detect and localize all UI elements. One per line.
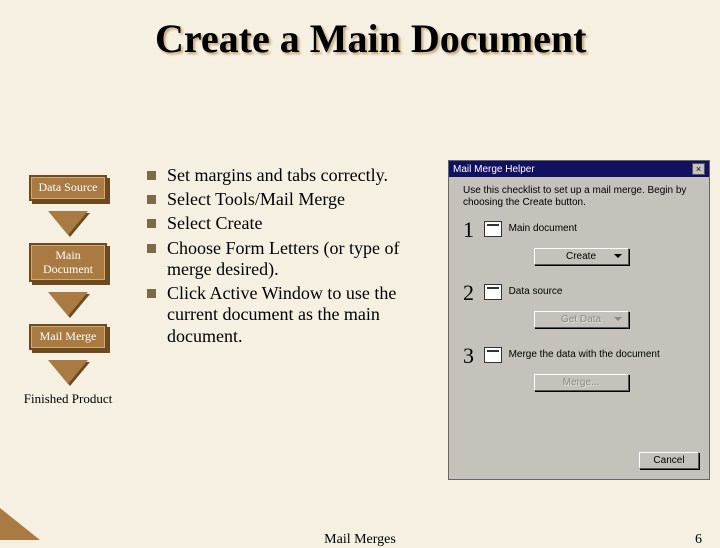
footer-page-number: 6 xyxy=(695,532,702,548)
step-merge: 3 Merge the data with the document Merge… xyxy=(463,343,699,391)
step-number: 3 xyxy=(463,343,481,369)
document-icon xyxy=(484,347,502,363)
bullet-item: Set margins and tabs correctly. xyxy=(145,165,440,186)
flow-box-data-source: Data Source xyxy=(29,175,107,201)
step-number: 2 xyxy=(463,280,481,306)
bullet-item: Select Tools/Mail Merge xyxy=(145,189,440,210)
step-label: Merge the data with the document xyxy=(509,349,660,360)
get-data-button: Get Data xyxy=(534,311,629,328)
caret-down-icon xyxy=(614,254,622,258)
step-main-document: 1 Main document Create xyxy=(463,217,699,265)
bullet-list: Set margins and tabs correctly. Select T… xyxy=(145,165,440,350)
mail-merge-helper-dialog: Mail Merge Helper × Use this checklist t… xyxy=(448,160,710,480)
flow-box-main-document: Main Document xyxy=(29,243,107,283)
bullet-item: Select Create xyxy=(145,213,440,234)
create-button[interactable]: Create xyxy=(534,248,629,265)
slide-title: Create a Main Document xyxy=(155,18,586,60)
dialog-title-text: Mail Merge Helper xyxy=(453,164,535,175)
arrow-down-icon xyxy=(48,360,88,384)
document-icon xyxy=(484,284,502,300)
flow-label-finished-product: Finished Product xyxy=(18,392,118,406)
arrow-down-icon xyxy=(48,211,88,235)
flow-sidebar: Data Source Main Document Mail Merge Fin… xyxy=(18,175,118,406)
step-label: Data source xyxy=(509,286,563,297)
step-number: 1 xyxy=(463,217,481,243)
dialog-instruction: Use this checklist to set up a mail merg… xyxy=(463,185,699,209)
close-button[interactable]: × xyxy=(692,163,705,175)
cancel-button[interactable]: Cancel xyxy=(639,452,699,469)
flow-box-mail-merge: Mail Merge xyxy=(29,324,107,350)
bullet-item: Choose Form Letters (or type of merge de… xyxy=(145,238,440,280)
caret-down-icon xyxy=(614,317,622,321)
step-data-source: 2 Data source Get Data xyxy=(463,280,699,328)
step-label: Main document xyxy=(509,223,577,234)
dialog-titlebar: Mail Merge Helper × xyxy=(449,161,709,177)
merge-button: Merge... xyxy=(534,374,629,391)
corner-fold-icon xyxy=(0,508,40,540)
document-icon xyxy=(484,221,502,237)
footer-center: Mail Merges xyxy=(324,532,396,548)
bullet-item: Click Active Window to use the current d… xyxy=(145,283,440,347)
arrow-down-icon xyxy=(48,292,88,316)
